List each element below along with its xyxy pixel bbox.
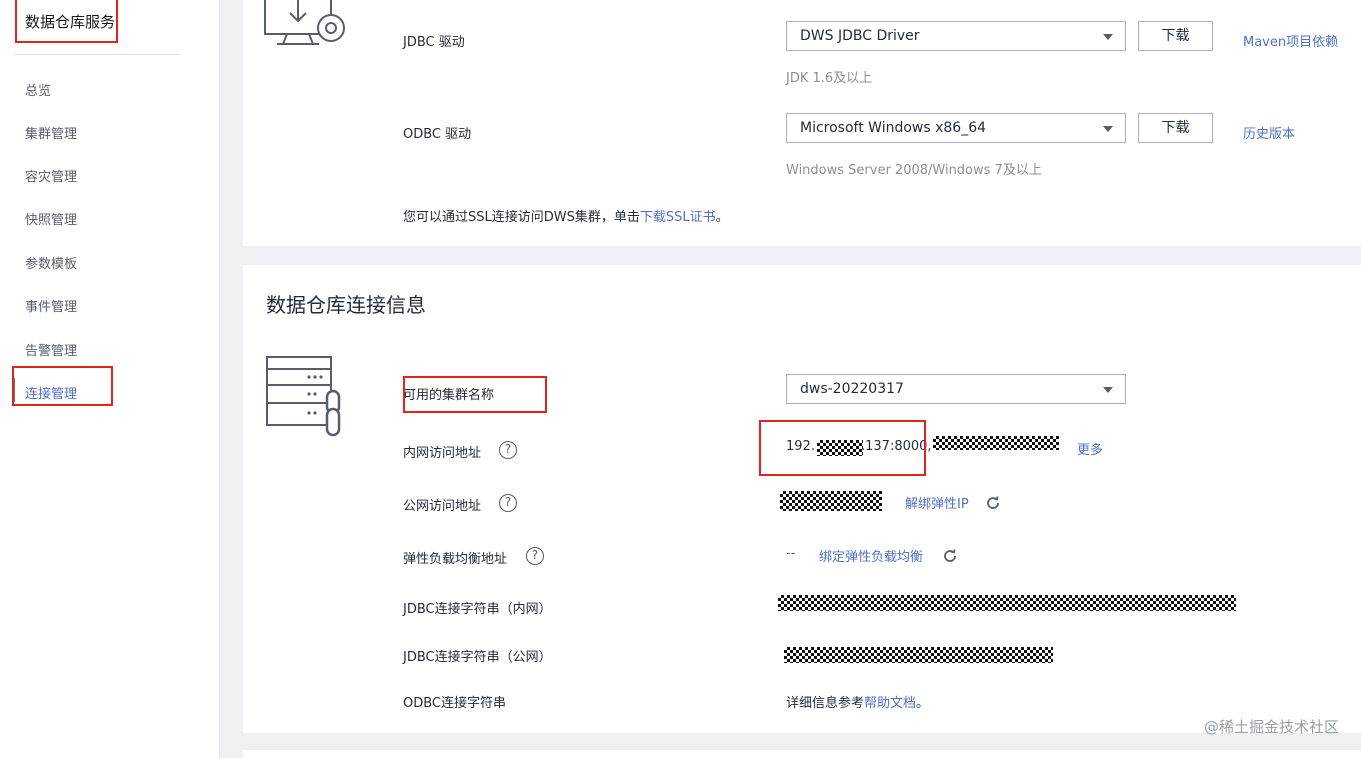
watermark: @稀土掘金技术社区 bbox=[1203, 718, 1339, 736]
jdbc-driver-select[interactable]: DWS JDBC Driver bbox=[786, 21, 1126, 51]
connection-info-card: 数据仓库连接信息 可用的集群名称 dws-20220317 内网访问地址 ? 1… bbox=[243, 265, 1361, 733]
private-address-label: 内网访问地址 bbox=[403, 446, 482, 461]
sidebar-item-clusters[interactable]: 集群管理 bbox=[25, 123, 77, 142]
next-card bbox=[243, 750, 1361, 758]
sidebar-item-overview[interactable]: 总览 bbox=[25, 80, 51, 99]
masked-jdbc-public-string bbox=[784, 647, 1053, 663]
odbc-string-text: 详细信息参考 bbox=[786, 696, 865, 711]
ssl-note: 您可以通过SSL连接访问DWS集群，单击下载SSL证书。 bbox=[403, 206, 729, 225]
sidebar-item-connections[interactable]: 连接管理 bbox=[25, 383, 77, 402]
help-icon[interactable]: ? bbox=[526, 547, 544, 565]
odbc-driver-select[interactable]: Microsoft Windows x86_64 bbox=[786, 113, 1126, 143]
sidebar-item-events[interactable]: 事件管理 bbox=[25, 296, 77, 315]
bind-elb-link[interactable]: 绑定弹性负载均衡 bbox=[819, 546, 923, 565]
elb-address-label: 弹性负载均衡地址 bbox=[403, 552, 508, 567]
sidebar: 数据仓库服务 总览 集群管理 容灾管理 快照管理 参数模板 事件管理 告警管理 … bbox=[0, 0, 220, 758]
sidebar-title: 数据仓库服务 bbox=[25, 13, 116, 31]
unbind-eip-link[interactable]: 解绑弹性IP bbox=[905, 493, 969, 512]
jdbc-private-string-label: JDBC连接字符串（内网） bbox=[403, 602, 552, 617]
odbc-driver-label: ODBC 驱动 bbox=[403, 127, 472, 142]
refresh-icon[interactable] bbox=[942, 548, 958, 564]
driver-download-icon bbox=[264, 0, 345, 45]
help-doc-link[interactable]: 帮助文档 bbox=[864, 696, 916, 711]
sidebar-item-alarms[interactable]: 告警管理 bbox=[25, 340, 77, 359]
odbc-string-label: ODBC连接字符串 bbox=[403, 696, 507, 711]
download-ssl-cert-link[interactable]: 下载SSL证书 bbox=[640, 210, 716, 225]
masked-public-address bbox=[780, 491, 882, 511]
cluster-server-link-icon bbox=[266, 356, 341, 437]
driver-download-card: JDBC 驱动 DWS JDBC Driver 下载 Maven项目依赖 JDK… bbox=[243, 0, 1361, 246]
sidebar-item-parameter-templates[interactable]: 参数模板 bbox=[25, 253, 77, 272]
history-versions-link[interactable]: 历史版本 bbox=[1243, 123, 1295, 142]
sidebar-active-indicator bbox=[13, 378, 15, 402]
ssl-note-text: 您可以通过SSL连接访问DWS集群，单击 bbox=[403, 210, 640, 225]
masked-ip-segment bbox=[817, 440, 863, 456]
odbc-download-button[interactable]: 下载 bbox=[1138, 113, 1213, 143]
cluster-name-label: 可用的集群名称 bbox=[403, 388, 495, 403]
elb-address-value: -- bbox=[786, 546, 796, 561]
masked-private-address bbox=[933, 436, 1059, 450]
connection-info-title: 数据仓库连接信息 bbox=[266, 293, 426, 317]
private-address-suffix: .137:8000, bbox=[861, 439, 932, 454]
cluster-name-select-value: dws-20220317 bbox=[800, 381, 904, 397]
refresh-icon[interactable] bbox=[985, 495, 1001, 511]
chevron-down-icon bbox=[1103, 34, 1113, 40]
odbc-driver-hint: Windows Server 2008/Windows 7及以上 bbox=[786, 163, 1042, 178]
odbc-string-value: 详细信息参考帮助文档。 bbox=[786, 692, 929, 711]
help-icon[interactable]: ? bbox=[499, 494, 517, 512]
sidebar-divider bbox=[14, 54, 180, 55]
jdbc-driver-select-value: DWS JDBC Driver bbox=[800, 28, 920, 44]
sidebar-item-snapshots[interactable]: 快照管理 bbox=[25, 209, 77, 228]
help-icon[interactable]: ? bbox=[499, 441, 517, 459]
jdbc-public-string-label: JDBC连接字符串（公网） bbox=[403, 650, 552, 665]
sidebar-item-disaster-recovery[interactable]: 容灾管理 bbox=[25, 166, 77, 185]
chevron-down-icon bbox=[1103, 387, 1113, 393]
jdbc-driver-hint: JDK 1.6及以上 bbox=[786, 71, 873, 86]
cluster-name-select[interactable]: dws-20220317 bbox=[786, 374, 1126, 404]
odbc-driver-select-value: Microsoft Windows x86_64 bbox=[800, 120, 987, 136]
private-address-prefix: 192. bbox=[786, 439, 815, 454]
chevron-down-icon bbox=[1103, 126, 1113, 132]
odbc-string-end: 。 bbox=[916, 696, 930, 711]
masked-jdbc-private-string bbox=[778, 595, 1236, 611]
maven-dependency-link[interactable]: Maven项目依赖 bbox=[1243, 31, 1338, 50]
jdbc-driver-label: JDBC 驱动 bbox=[403, 35, 465, 50]
more-addresses-link[interactable]: 更多 bbox=[1077, 439, 1103, 458]
jdbc-download-button[interactable]: 下载 bbox=[1138, 21, 1213, 51]
public-address-label: 公网访问地址 bbox=[403, 499, 482, 514]
ssl-note-end: 。 bbox=[715, 210, 729, 225]
